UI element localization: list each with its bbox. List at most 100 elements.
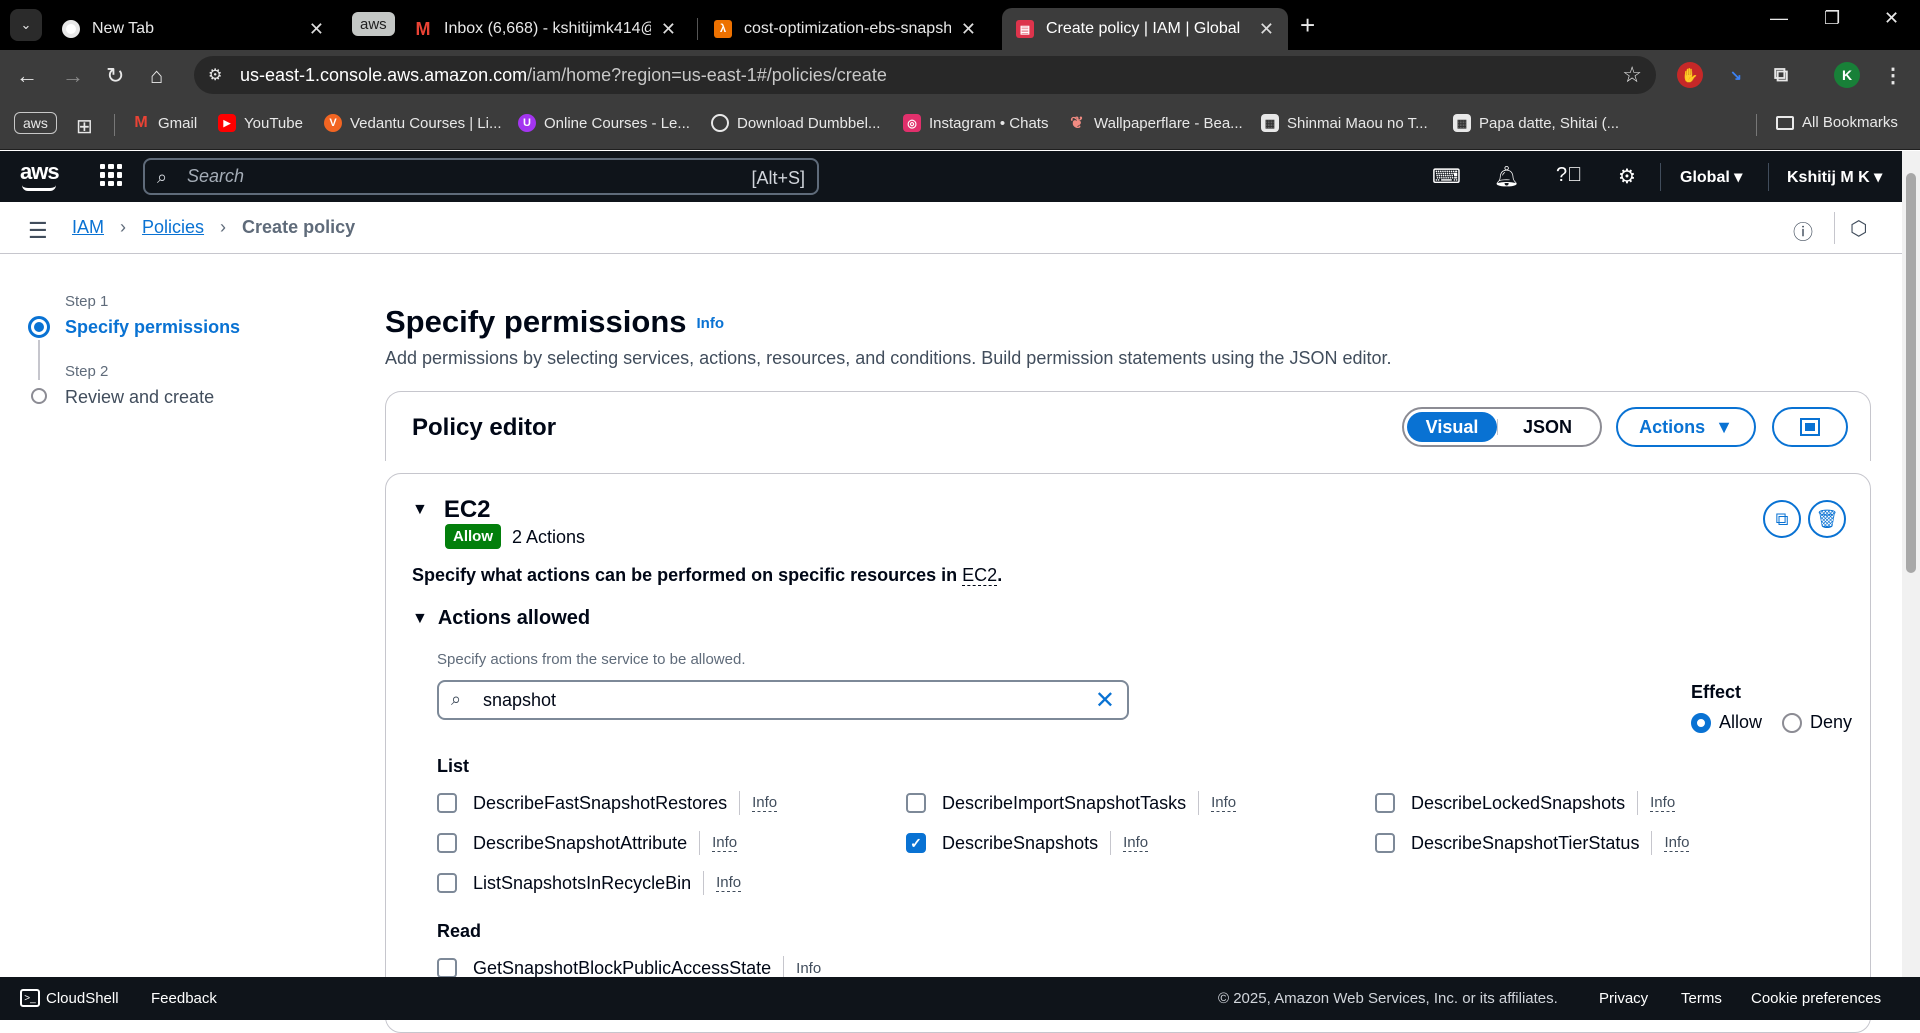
settings-gear-icon[interactable]: ⚙ xyxy=(1618,164,1636,189)
adblock-extension-icon[interactable]: ✋ xyxy=(1677,62,1703,88)
action-checkbox-row[interactable]: DescribeSnapshotAttribute Info xyxy=(437,831,738,855)
clear-search-icon[interactable]: ✕ xyxy=(1095,686,1115,715)
feedback-link[interactable]: Feedback xyxy=(151,990,217,1007)
home-icon[interactable]: ⌂ xyxy=(150,63,163,89)
all-bookmarks[interactable]: All Bookmarks xyxy=(1776,114,1898,131)
cloudshell-link[interactable]: CloudShell xyxy=(46,990,119,1007)
tab-group-aws[interactable]: aws xyxy=(352,12,395,36)
menu-hamburger-icon[interactable]: ☰ xyxy=(28,218,48,244)
checkbox[interactable] xyxy=(1375,793,1395,813)
close-tab-icon[interactable]: ✕ xyxy=(1259,19,1274,40)
title-info-link[interactable]: Info xyxy=(697,315,725,332)
bookmark-papa-datte[interactable]: ▦ Papa datte, Shitai (... xyxy=(1453,114,1619,132)
action-info-link[interactable]: Info xyxy=(712,834,738,852)
new-tab-icon[interactable]: + xyxy=(1300,10,1315,41)
info-panel-icon[interactable]: ⓘ xyxy=(1793,216,1813,245)
checkbox[interactable] xyxy=(437,833,457,853)
close-window-icon[interactable]: ✕ xyxy=(1884,8,1899,29)
browser-menu-icon[interactable]: ⋮ xyxy=(1880,62,1906,88)
checkbox[interactable] xyxy=(906,793,926,813)
action-info-link[interactable]: Info xyxy=(1123,834,1149,852)
bookmark-vedantu[interactable]: V Vedantu Courses | Li... xyxy=(324,114,502,132)
bookmark-download[interactable]: Download Dumbbel... xyxy=(711,114,880,132)
checkbox[interactable] xyxy=(1375,833,1395,853)
extension-icon[interactable]: ↘ xyxy=(1723,62,1749,88)
effect-allow-radio[interactable] xyxy=(1691,712,1711,733)
action-info-link[interactable]: Info xyxy=(752,794,778,812)
fullscreen-button[interactable] xyxy=(1772,407,1848,447)
bookmark-wallpaperflare[interactable]: ❦ Wallpaperflare - Bea... xyxy=(1068,114,1242,133)
action-info-link[interactable]: Info xyxy=(796,960,821,977)
divider xyxy=(1637,791,1639,815)
checkbox-checked[interactable]: ✓ xyxy=(906,833,926,853)
cookie-preferences-link[interactable]: Cookie preferences xyxy=(1751,990,1881,1007)
services-menu-icon[interactable] xyxy=(100,164,122,186)
back-icon[interactable]: ← xyxy=(16,63,38,89)
action-info-link[interactable]: Info xyxy=(1664,834,1690,852)
bookmark-shinmai[interactable]: ▦ Shinmai Maou no T... xyxy=(1261,114,1428,132)
notifications-icon[interactable]: 🔔︎ xyxy=(1494,164,1519,189)
action-checkbox-row[interactable]: DescribeLockedSnapshots Info xyxy=(1375,791,1676,815)
action-checkbox-row[interactable]: DescribeImportSnapshotTasks Info xyxy=(906,791,1237,815)
service-expander[interactable]: ▼ EC2 xyxy=(412,496,491,524)
tab-search-icon[interactable]: ⌄ xyxy=(10,9,42,41)
spec-service-link[interactable]: EC2 xyxy=(962,565,998,586)
actions-dropdown-button[interactable]: Actions ▼ xyxy=(1616,407,1756,447)
delete-trash-icon[interactable]: 🗑︎ xyxy=(1808,500,1846,538)
step-1-link[interactable]: Specify permissions xyxy=(65,317,240,338)
checkbox[interactable] xyxy=(437,958,457,978)
reload-icon[interactable]: ↻ xyxy=(106,63,124,89)
spec-suffix: . xyxy=(997,565,1003,585)
action-checkbox-row[interactable]: DescribeSnapshotTierStatus Info xyxy=(1375,831,1690,855)
shield-icon[interactable]: ⬡ xyxy=(1850,216,1867,241)
tab-gmail[interactable]: M Inbox (6,668) - kshitijmk414@g ✕ xyxy=(400,8,690,50)
visual-mode-button[interactable]: Visual xyxy=(1407,412,1497,442)
privacy-link[interactable]: Privacy xyxy=(1599,990,1648,1007)
effect-deny-radio[interactable] xyxy=(1782,712,1803,733)
console-search-input[interactable]: ⌕ Search [Alt+S] xyxy=(143,158,819,195)
bookmark-online-courses[interactable]: U Online Courses - Le... xyxy=(518,114,690,132)
close-tab-icon[interactable]: ✕ xyxy=(961,19,976,40)
duplicate-icon[interactable]: ⧉ xyxy=(1763,500,1801,538)
action-info-link[interactable]: Info xyxy=(716,874,742,892)
chevron-right-icon: › xyxy=(120,217,127,237)
help-icon[interactable]: ?⃝ xyxy=(1556,164,1582,187)
action-info-link[interactable]: Info xyxy=(1211,794,1237,812)
breadcrumb-policies[interactable]: Policies xyxy=(142,217,204,238)
apps-grid-icon[interactable]: ⊞ xyxy=(76,114,93,139)
checkbox[interactable] xyxy=(437,873,457,893)
bookmark-gmail[interactable]: M Gmail xyxy=(132,114,197,132)
action-checkbox-row[interactable]: DescribeFastSnapshotRestores Info xyxy=(437,791,778,815)
aws-logo[interactable]: aws xyxy=(20,159,60,191)
bookmark-youtube[interactable]: ▶ YouTube xyxy=(218,114,303,132)
tab-lambda[interactable]: λ cost-optimization-ebs-snapshot ✕ xyxy=(700,8,990,50)
action-search-input[interactable]: ⌕ snapshot ✕ xyxy=(437,680,1129,720)
bookmark-instagram[interactable]: ◎ Instagram • Chats xyxy=(903,114,1048,132)
region-selector[interactable]: Global ▾ xyxy=(1680,167,1742,187)
scrollbar-thumb[interactable] xyxy=(1906,173,1916,573)
address-bar[interactable]: ⚙ us-east-1.console.aws.amazon.com/iam/h… xyxy=(194,56,1656,94)
minimize-icon[interactable]: — xyxy=(1770,8,1788,29)
site-info-icon[interactable]: ⚙ xyxy=(208,65,222,85)
action-checkbox-row[interactable]: ✓ DescribeSnapshots Info xyxy=(906,831,1149,855)
checkbox[interactable] xyxy=(437,793,457,813)
json-mode-button[interactable]: JSON xyxy=(1498,417,1597,438)
bookmark-aws[interactable]: aws xyxy=(14,112,57,134)
action-checkbox-row[interactable]: ListSnapshotsInRecycleBin Info xyxy=(437,871,742,895)
forward-icon[interactable]: → xyxy=(62,63,84,89)
tab-new-tab[interactable]: New Tab ✕ xyxy=(48,8,338,50)
close-tab-icon[interactable]: ✕ xyxy=(309,19,324,40)
terms-link[interactable]: Terms xyxy=(1681,990,1722,1007)
cloudshell-icon[interactable]: ⌨ xyxy=(1432,164,1461,189)
action-info-link[interactable]: Info xyxy=(1650,794,1676,812)
actions-allowed-expander[interactable]: ▼ Actions allowed xyxy=(412,607,590,630)
account-menu[interactable]: Kshitij M K ▾ xyxy=(1787,167,1882,187)
tab-create-policy[interactable]: ▤ Create policy | IAM | Global ✕ xyxy=(1002,8,1288,50)
extensions-puzzle-icon[interactable]: ⧉ xyxy=(1768,62,1794,88)
bookmark-star-icon[interactable]: ☆ xyxy=(1622,62,1642,88)
breadcrumb-iam[interactable]: IAM xyxy=(72,217,104,238)
profile-avatar[interactable]: K xyxy=(1834,62,1860,88)
page-scrollbar[interactable] xyxy=(1902,151,1920,977)
close-tab-icon[interactable]: ✕ xyxy=(661,19,676,40)
restore-icon[interactable]: ❐ xyxy=(1824,8,1840,29)
